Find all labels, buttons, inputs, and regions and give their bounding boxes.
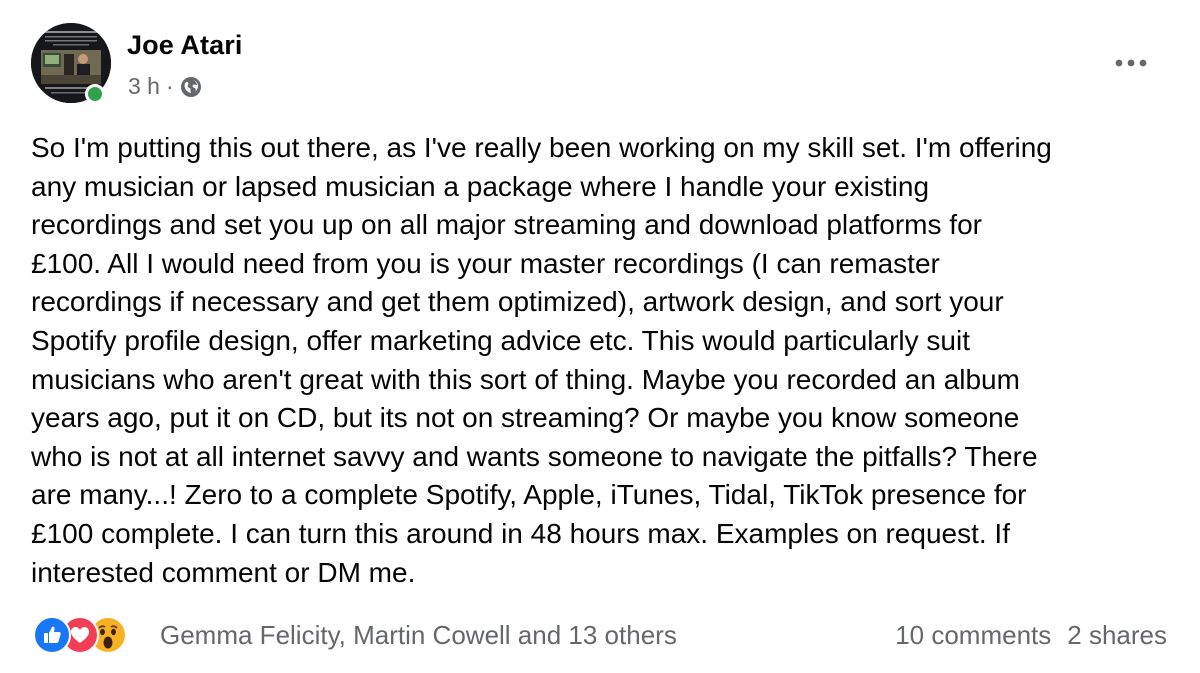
author-name[interactable]: Joe Atari: [127, 30, 242, 61]
reactions-summary[interactable]: Gemma Felicity, Martin Cowell and 13 oth…: [160, 620, 677, 651]
more-horizontal-icon: [1115, 59, 1147, 67]
more-options-button[interactable]: [1112, 50, 1150, 76]
facebook-post: Joe Atari 3 h · So I'm putting this out …: [0, 0, 1200, 673]
globe-icon[interactable]: [180, 76, 202, 98]
shares-count-link[interactable]: 2 shares: [1067, 620, 1167, 651]
post-timestamp[interactable]: 3 h: [128, 73, 160, 100]
post-meta: 3 h ·: [128, 73, 202, 100]
comments-count-link[interactable]: 10 comments: [895, 620, 1051, 651]
post-body-text: So I'm putting this out there, as I've r…: [31, 132, 1052, 588]
reaction-icons[interactable]: [33, 614, 127, 656]
like-icon: [33, 616, 71, 654]
meta-separator: ·: [165, 73, 174, 99]
online-status-indicator: [85, 84, 105, 104]
engagement-counts: 10 comments 2 shares: [895, 620, 1167, 651]
